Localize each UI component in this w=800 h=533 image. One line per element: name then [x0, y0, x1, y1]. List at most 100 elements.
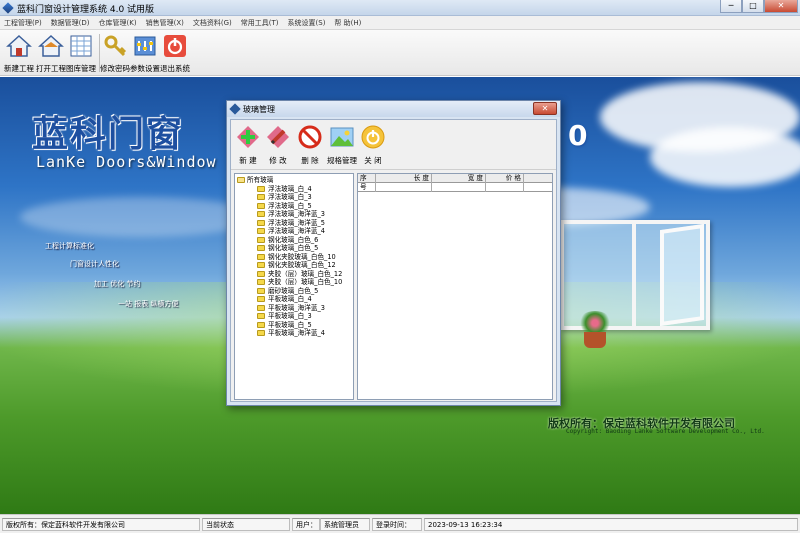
app-icon	[2, 2, 14, 14]
tree-item-label: 夹胶（层）玻璃_白色_10	[268, 278, 343, 286]
tree-root-label: 所有玻璃	[247, 176, 274, 184]
tagline: 门窗设计人性化	[70, 260, 119, 268]
spec-management-label: 规格管理	[327, 156, 357, 165]
library-button[interactable]: 图库管理	[66, 33, 96, 74]
status-copyright-value: 保定蓝科软件开发有限公司	[41, 521, 125, 529]
dialog-icon	[229, 103, 241, 115]
prohibit-icon	[297, 124, 323, 150]
column-header-price[interactable]: 价 格	[486, 174, 524, 183]
menu-project[interactable]: 工程管理(P)	[4, 16, 42, 29]
status-login-label: 登录时间：	[376, 521, 411, 529]
status-login-label-cell: 登录时间：	[372, 518, 422, 531]
status-user-value: 系统管理员	[324, 521, 359, 529]
parameters-button[interactable]: 参数设置	[130, 33, 160, 74]
tree-item[interactable]: 浮法玻璃_海洋蓝_3	[235, 210, 353, 219]
close-dialog-button[interactable]: 关 闭	[360, 124, 386, 166]
tree-item-label: 浮法玻璃_海洋蓝_4	[268, 227, 325, 235]
status-copyright: 版权所有：保定蓝科软件开发有限公司	[2, 518, 200, 531]
close-button[interactable]: ✕	[764, 0, 798, 13]
tree-item[interactable]: 钢化玻璃_白色_6	[235, 236, 353, 245]
menu-warehouse[interactable]: 仓库管理(K)	[99, 16, 137, 29]
folder-icon	[257, 245, 265, 251]
tree-item[interactable]: 平板玻璃_海洋蓝_4	[235, 329, 353, 338]
tree-item-label: 钢化玻璃_白色_5	[268, 244, 319, 252]
menu-tools[interactable]: 常用工具(T)	[241, 16, 279, 29]
copyright-english: Copyright: Baoding Lanke Software Develo…	[566, 428, 765, 435]
folder-icon	[257, 262, 265, 268]
menu-settings[interactable]: 系统设置(S)	[288, 16, 326, 29]
glass-tree[interactable]: 所有玻璃 浮法玻璃_白_4 浮法玻璃_白_3 浮法玻璃_白_5 浮法玻璃_海洋蓝_3 浮…	[234, 173, 354, 400]
tree-item-label: 平板玻璃_海洋蓝_3	[268, 303, 325, 312]
folder-icon	[257, 228, 265, 234]
tree-item-label: 平板玻璃_白_3	[268, 312, 312, 320]
tree-item[interactable]: 平板玻璃_海洋蓝_3	[235, 304, 353, 313]
tree-item[interactable]: 浮法玻璃_白_3	[235, 193, 353, 202]
open-project-button[interactable]: 打开工程	[36, 33, 66, 74]
table-cell[interactable]	[486, 183, 524, 192]
tree-root[interactable]: 所有玻璃	[235, 176, 353, 185]
main-toolbar: 新建工程 打开工程 图库管理 修改密码 参数设置 退出系统	[0, 30, 800, 76]
tree-item[interactable]: 平板玻璃_白_4	[235, 295, 353, 304]
spec-management-button[interactable]: 规格管理	[325, 124, 359, 166]
maximize-button[interactable]: □	[742, 0, 764, 13]
status-user-label-cell: 用户：	[292, 518, 320, 531]
edit-button[interactable]: 修 改	[265, 124, 291, 166]
close-label: 关 闭	[364, 156, 382, 165]
dialog-body: 新 建 修 改 删 除 规格管理 关 闭 所有玻璃 浮法玻璃_白_4 浮法玻璃_…	[230, 119, 557, 402]
status-state-label: 当前状态	[206, 521, 234, 529]
delete-button[interactable]: 删 除	[297, 124, 323, 166]
new-project-button[interactable]: 新建工程	[4, 33, 34, 74]
tree-item[interactable]: 浮法玻璃_海洋蓝_5	[235, 219, 353, 228]
column-header-length[interactable]: 长 度	[376, 174, 432, 183]
table-cell[interactable]	[358, 183, 376, 192]
folder-icon	[257, 321, 265, 328]
tree-item[interactable]: 平板玻璃_白_3	[235, 312, 353, 321]
tree-item[interactable]: 磨砂玻璃_白色_5	[235, 287, 353, 296]
title-bar: 蓝科门窗设计管理系统 4.0 试用版 ─ □ ✕	[0, 0, 800, 16]
column-header-index[interactable]: 序号	[358, 174, 376, 191]
tree-item[interactable]: 钢化夹胶玻璃_白色_10	[235, 253, 353, 262]
tree-item[interactable]: 钢化玻璃_白色_5	[235, 244, 353, 253]
menu-help[interactable]: 帮 助(H)	[334, 16, 361, 29]
tree-item[interactable]: 钢化夹胶玻璃_白色_12	[235, 261, 353, 270]
spec-grid[interactable]: 序号 长 度 宽 度 价 格	[357, 173, 553, 400]
tree-item[interactable]: 夹胶（层）玻璃_白色_10	[235, 278, 353, 287]
new-label: 新 建	[239, 156, 257, 165]
status-user-cell: 系统管理员	[320, 518, 370, 531]
status-login-value: 2023-09-13 16:23:34	[428, 521, 503, 529]
open-house-icon	[38, 33, 64, 59]
menu-sales[interactable]: 销售管理(X)	[146, 16, 184, 29]
dialog-title-bar[interactable]: 玻璃管理 ✕	[227, 101, 560, 117]
power-off-icon	[360, 124, 386, 150]
exit-button[interactable]: 退出系统	[160, 33, 190, 74]
column-header-width[interactable]: 宽 度	[432, 174, 486, 183]
table-row[interactable]	[358, 183, 552, 192]
status-bar: 版权所有：保定蓝科软件开发有限公司 当前状态 用户： 系统管理员 登录时间： 2…	[0, 514, 800, 533]
table-cell[interactable]	[376, 183, 432, 192]
glass-management-dialog: 玻璃管理 ✕ 新 建 修 改 删 除 规格管理 关 闭 所有玻璃 浮法玻璃_白_…	[226, 100, 561, 406]
tree-item[interactable]: 平板玻璃_白_5	[235, 321, 353, 330]
edit-label: 修 改	[269, 156, 287, 165]
open-sash-illustration	[660, 223, 704, 327]
menu-data[interactable]: 数据管理(D)	[51, 16, 90, 29]
brand-version: 0	[568, 119, 588, 152]
edit-pencil-icon	[265, 124, 291, 150]
tree-item[interactable]: 浮法玻璃_海洋蓝_4	[235, 227, 353, 236]
dialog-close-button[interactable]: ✕	[533, 102, 557, 115]
minimize-button[interactable]: ─	[720, 0, 742, 13]
key-icon	[102, 33, 128, 59]
folder-icon	[257, 253, 265, 260]
tree-item-label: 平板玻璃_白_5	[268, 320, 312, 329]
exit-label: 退出系统	[160, 64, 190, 73]
tree-item[interactable]: 夹胶（层）玻璃_白色_12	[235, 270, 353, 279]
table-cell[interactable]	[432, 183, 486, 192]
new-button[interactable]: 新 建	[235, 124, 261, 166]
status-user-label: 用户：	[296, 521, 317, 529]
folder-icon	[257, 287, 265, 294]
change-password-button[interactable]: 修改密码	[100, 33, 130, 74]
tree-item[interactable]: 浮法玻璃_白_5	[235, 202, 353, 211]
menu-documents[interactable]: 文档资料(G)	[193, 16, 232, 29]
folder-icon	[257, 236, 265, 243]
landscape-image-icon	[329, 124, 355, 150]
tree-item[interactable]: 浮法玻璃_白_4	[235, 185, 353, 194]
